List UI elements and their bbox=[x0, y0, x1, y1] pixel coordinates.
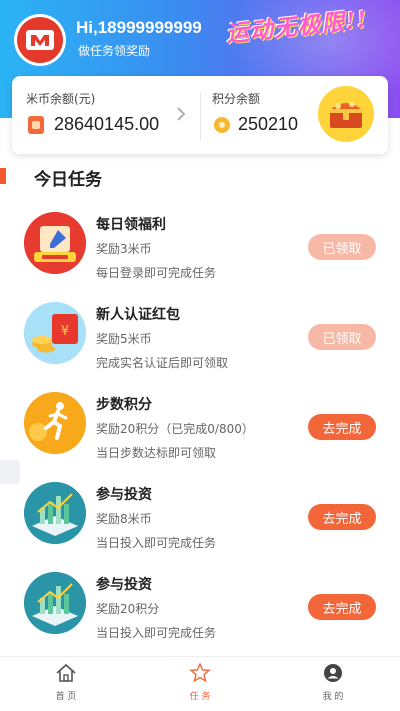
task-reward: 奖励20积分（已完成0/800） bbox=[96, 422, 254, 436]
app-logo-icon bbox=[17, 17, 63, 63]
red-envelope-icon: ¥ bbox=[24, 302, 86, 364]
bottom-nav: 首 页 任 务 我 的 bbox=[0, 656, 400, 711]
task-item-step-points: 步数积分 奖励20积分（已完成0/800） 当日步数达标即可领取 去完成 bbox=[0, 388, 400, 478]
balance-card: 米币余额(元) 28640145.00 积分余额 250210 bbox=[12, 76, 388, 154]
go-complete-button[interactable]: 去完成 bbox=[308, 594, 376, 620]
task-item-invest-points: 参与投资 奖励20积分 当日投入即可完成任务 去完成 bbox=[0, 568, 400, 658]
claimed-button[interactable]: 已领取 bbox=[308, 324, 376, 350]
coin-balance-label: 米币余额(元) bbox=[26, 92, 96, 106]
avatar[interactable] bbox=[14, 14, 66, 66]
task-item-invest-coins: 参与投资 奖励8米币 当日投入即可完成任务 去完成 bbox=[0, 478, 400, 568]
points-coin-icon bbox=[214, 117, 230, 133]
section-marker bbox=[0, 168, 6, 184]
chevron-right-icon[interactable] bbox=[176, 106, 186, 127]
task-reward: 奖励20积分 bbox=[96, 602, 160, 616]
nav-item-home[interactable]: 首 页 bbox=[36, 663, 96, 707]
user-subtitle: 做任务领奖励 bbox=[78, 44, 151, 58]
claimed-button[interactable]: 已领取 bbox=[308, 234, 376, 260]
invest-chart-icon bbox=[24, 482, 86, 544]
card-divider bbox=[200, 92, 201, 140]
points-balance-value: 250210 bbox=[238, 114, 299, 134]
task-title: 步数积分 bbox=[96, 397, 152, 413]
nav-label: 任 务 bbox=[189, 692, 211, 702]
task-description: 每日登录即可完成任务 bbox=[96, 266, 217, 280]
coin-balance-value: 28640145.00 bbox=[54, 114, 160, 134]
star-icon bbox=[189, 662, 211, 687]
task-item-daily-welfare: 每日领福利 奖励3米币 每日登录即可完成任务 已领取 bbox=[0, 208, 400, 298]
user-icon bbox=[323, 663, 343, 687]
user-greeting: Hi,18999999999 bbox=[76, 18, 202, 37]
task-description: 完成实名认证后即可领取 bbox=[96, 356, 229, 370]
nav-item-mine[interactable]: 我 的 bbox=[303, 663, 363, 707]
task-title: 参与投资 bbox=[96, 577, 152, 593]
go-complete-button[interactable]: 去完成 bbox=[308, 504, 376, 530]
section-title: 今日任务 bbox=[34, 170, 102, 190]
task-title: 新人认证红包 bbox=[96, 307, 180, 323]
treasure-chest-icon[interactable] bbox=[318, 86, 374, 142]
nav-label: 我 的 bbox=[322, 692, 344, 702]
calendar-sign-icon bbox=[24, 212, 86, 274]
task-description: 当日投入即可完成任务 bbox=[96, 626, 217, 640]
points-balance-label: 积分余额 bbox=[212, 92, 261, 106]
nav-label: 首 页 bbox=[55, 692, 77, 702]
task-title: 参与投资 bbox=[96, 487, 152, 503]
task-item-newbie-redpacket: ¥ 新人认证红包 奖励5米币 完成实名认证后即可领取 已领取 bbox=[0, 298, 400, 388]
task-reward: 奖励5米币 bbox=[96, 332, 152, 346]
nav-item-tasks[interactable]: 任 务 bbox=[170, 662, 230, 707]
runner-icon bbox=[24, 392, 86, 454]
svg-text:¥: ¥ bbox=[61, 324, 69, 339]
coin-icon bbox=[28, 116, 44, 134]
task-reward: 奖励3米币 bbox=[96, 242, 152, 256]
go-complete-button[interactable]: 去完成 bbox=[308, 414, 376, 440]
task-reward: 奖励8米币 bbox=[96, 512, 152, 526]
task-description: 当日步数达标即可领取 bbox=[96, 446, 217, 460]
task-description: 当日投入即可完成任务 bbox=[96, 536, 217, 550]
task-title: 每日领福利 bbox=[96, 217, 166, 233]
invest-chart-icon bbox=[24, 572, 86, 634]
home-icon bbox=[55, 663, 77, 687]
